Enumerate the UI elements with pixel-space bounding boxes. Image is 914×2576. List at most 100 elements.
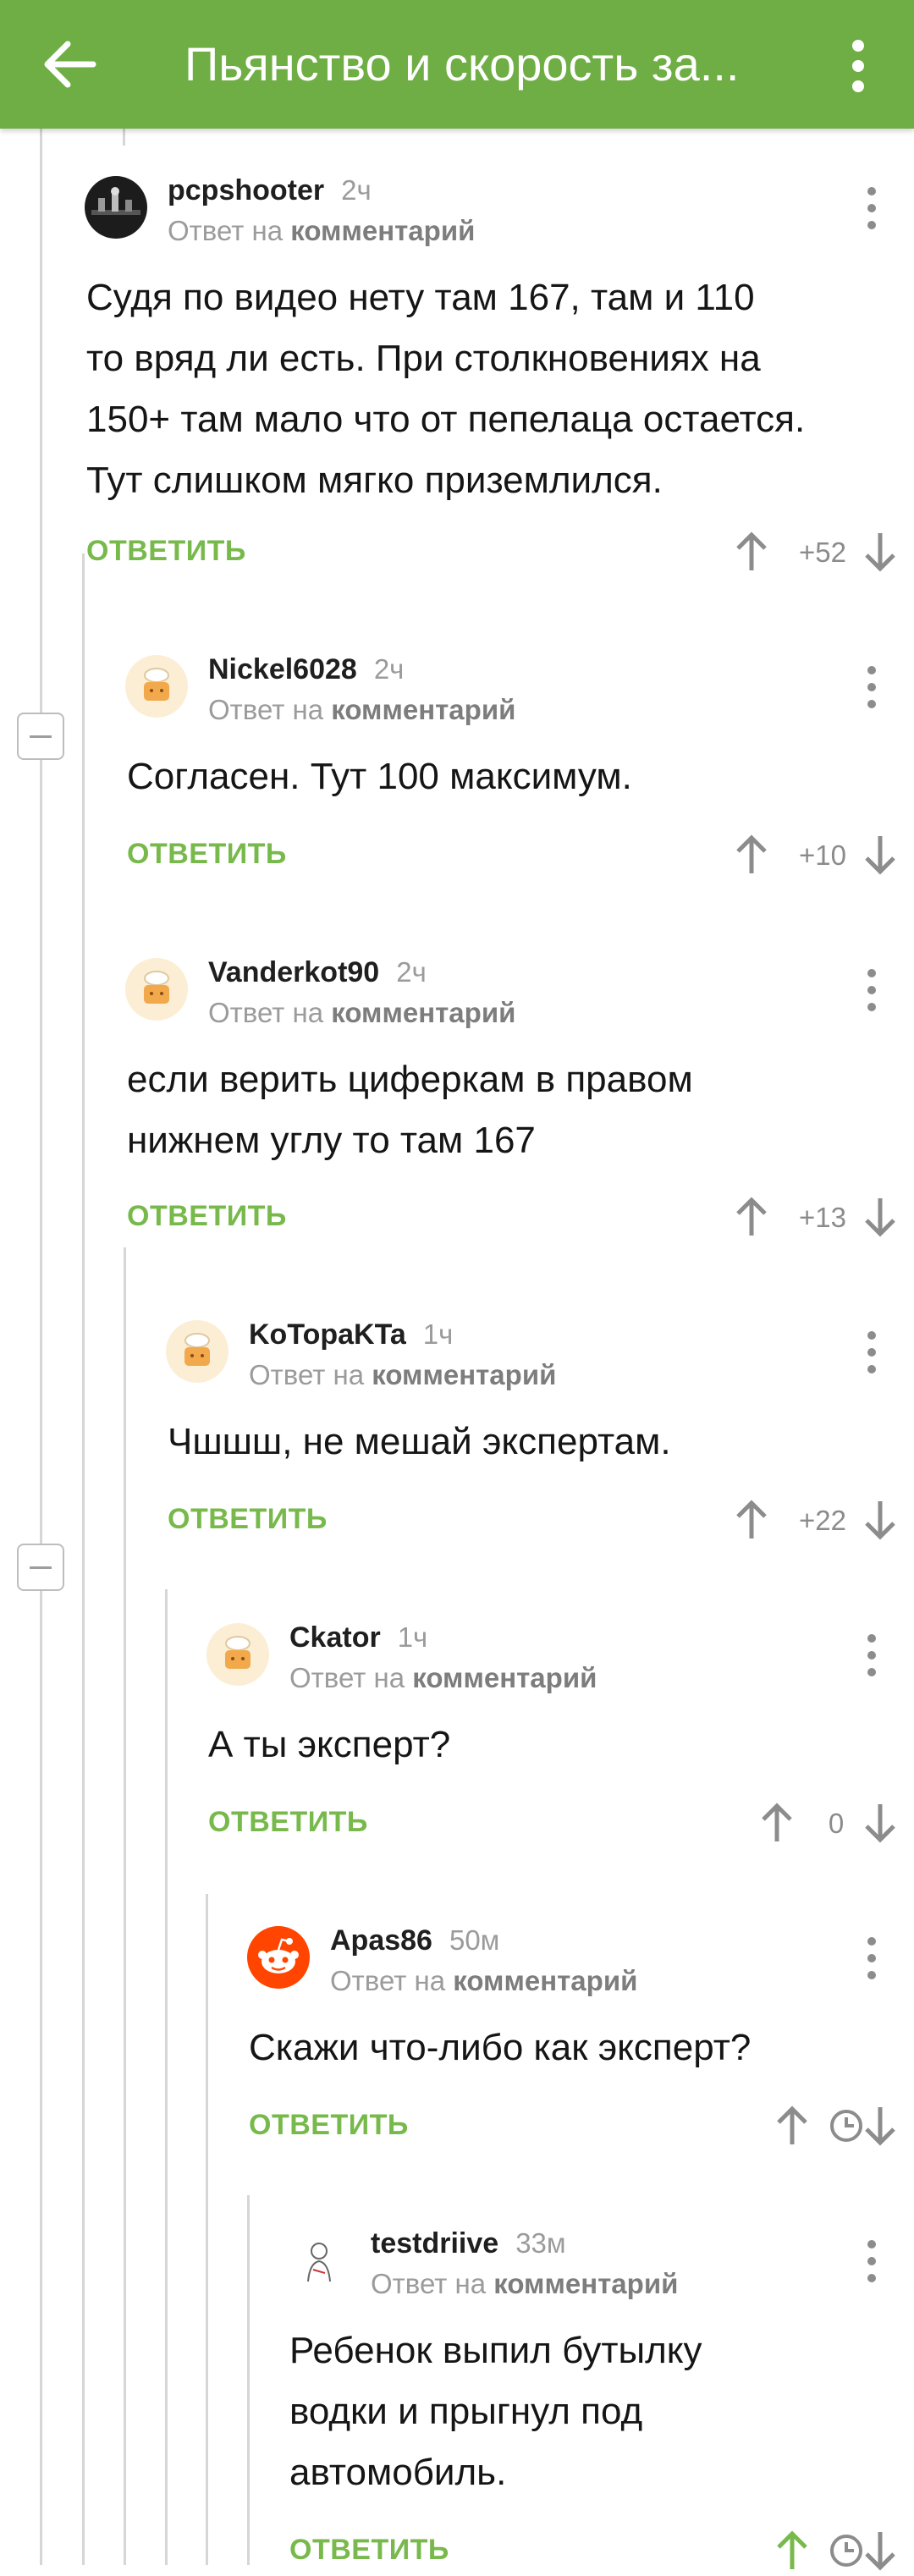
thread-line — [123, 129, 125, 146]
comment-time: 2ч — [396, 956, 427, 988]
avatar[interactable] — [125, 958, 188, 1021]
comment-menu-icon[interactable] — [855, 1630, 889, 1681]
comment-time: 1ч — [397, 1621, 428, 1653]
reply-link[interactable]: комментарий — [331, 997, 515, 1028]
thread-line — [206, 1894, 208, 2565]
comment-author[interactable]: Ckator 1ч — [289, 1621, 427, 1654]
comment-menu-icon[interactable] — [855, 1933, 889, 1984]
comment-actions: ОТВЕТИТЬ — [249, 2100, 914, 2151]
comment-author[interactable]: Apas86 50м — [330, 1924, 499, 1957]
comment-time: 50м — [449, 1924, 500, 1956]
downvote-icon[interactable] — [862, 530, 899, 574]
reply-to: Ответ на комментарий — [330, 1965, 638, 1996]
comment-body: Чшшш, не мешай экспертам. — [168, 1421, 671, 1462]
comment-score: +13 — [799, 1202, 846, 1233]
reply-button[interactable]: ОТВЕТИТЬ — [127, 838, 287, 871]
comment-time: 2ч — [341, 174, 372, 206]
more-vertical-icon[interactable] — [833, 30, 884, 102]
upvote-icon[interactable] — [733, 530, 770, 574]
comment-actions: ОТВЕТИТЬ +52 — [86, 526, 914, 577]
reply-button[interactable]: ОТВЕТИТЬ — [249, 2109, 409, 2142]
upvote-icon[interactable] — [733, 1498, 770, 1542]
downvote-icon[interactable] — [862, 2529, 899, 2573]
reply-button[interactable]: ОТВЕТИТЬ — [289, 2534, 449, 2567]
comment-author[interactable]: testdriive 33м — [371, 2227, 566, 2260]
comment: Vanderkot90 2ч Ответ на комментарий если … — [125, 956, 914, 1263]
thread-line — [40, 129, 42, 2565]
comment-author[interactable]: Vanderkot90 2ч — [208, 956, 427, 989]
comment-author[interactable]: KoTopaKTa 1ч — [249, 1318, 453, 1351]
page-title: Пьянство и скорость за... — [184, 37, 740, 91]
vote-box: +13 — [730, 1192, 914, 1242]
thread-line — [247, 2195, 250, 2565]
comment-body: А ты эксперт? — [208, 1724, 451, 1765]
comment: KoTopaKTa 1ч Ответ на комментарий Чшшш, н… — [166, 1318, 914, 1557]
reply-button[interactable]: ОТВЕТИТЬ — [208, 1806, 368, 1839]
thread-line — [165, 1589, 168, 2565]
comment-menu-icon[interactable] — [855, 662, 889, 713]
upvote-icon[interactable] — [733, 1195, 770, 1239]
avatar[interactable] — [166, 1320, 228, 1383]
upvote-icon[interactable] — [758, 1801, 796, 1845]
app-bar: Пьянство и скорость за... — [0, 0, 914, 129]
reddit-avatar-icon[interactable] — [247, 1926, 310, 1989]
downvote-icon[interactable] — [862, 1801, 899, 1845]
collapse-thread-button[interactable] — [17, 1544, 64, 1591]
reply-link[interactable]: комментарий — [290, 215, 475, 246]
comment-menu-icon[interactable] — [855, 965, 889, 1016]
downvote-icon[interactable] — [862, 1498, 899, 1542]
comment-score: +10 — [799, 839, 846, 871]
reply-link[interactable]: комментарий — [493, 2268, 678, 2299]
vote-box — [730, 2525, 914, 2576]
thread-line — [82, 553, 85, 2565]
vote-box: +10 — [730, 829, 914, 880]
upvote-icon[interactable] — [774, 2529, 811, 2573]
comment-menu-icon[interactable] — [855, 1327, 889, 1378]
avatar[interactable] — [125, 655, 188, 718]
downvote-icon[interactable] — [862, 2104, 899, 2148]
comment-body: Ребенок выпил бутылку водки и прыгнул под… — [289, 2330, 702, 2493]
comment-body: Согласен. Тут 100 максимум. — [127, 756, 632, 797]
comment: Nickel6028 2ч Ответ на комментарий Соглас… — [125, 653, 914, 892]
comment: Ckator 1ч Ответ на комментарий А ты экспе… — [206, 1621, 914, 1860]
reply-button[interactable]: ОТВЕТИТЬ — [168, 1503, 328, 1536]
collapse-thread-button[interactable] — [17, 713, 64, 760]
reply-link[interactable]: комментарий — [331, 694, 515, 725]
comment: Apas86 50м Ответ на комментарий Скажи что… — [247, 1924, 914, 2163]
comment-actions: ОТВЕТИТЬ +22 — [168, 1494, 914, 1545]
comment-body: Скажи что-либо как эксперт? — [249, 2027, 752, 2068]
comment-body: Судя по видео нету там 167, там и 110 то … — [86, 277, 806, 501]
comment-author[interactable]: Nickel6028 2ч — [208, 653, 404, 686]
comment-score: 0 — [828, 1808, 845, 1839]
reply-to: Ответ на комментарий — [289, 1662, 597, 1693]
downvote-icon[interactable] — [862, 833, 899, 877]
comment-actions: ОТВЕТИТЬ +13 — [127, 1192, 914, 1242]
reply-to: Ответ на комментарий — [208, 997, 516, 1028]
reply-link[interactable]: комментарий — [453, 1965, 637, 1996]
comment-author[interactable]: pcpshooter 2ч — [168, 174, 372, 207]
comment-time: 1ч — [422, 1318, 454, 1350]
downvote-icon[interactable] — [862, 1195, 899, 1239]
reply-link[interactable]: комментарий — [412, 1662, 597, 1693]
reply-button[interactable]: ОТВЕТИТЬ — [127, 1200, 287, 1233]
avatar[interactable] — [85, 176, 147, 239]
comment-body: если верить циферкам в правом нижнем углу… — [127, 1059, 693, 1161]
comment-menu-icon[interactable] — [855, 183, 889, 234]
comment-actions: ОТВЕТИТЬ 0 — [208, 1797, 914, 1848]
upvote-icon[interactable] — [733, 833, 770, 877]
reply-link[interactable]: комментарий — [372, 1359, 556, 1390]
vote-box — [730, 2100, 914, 2151]
avatar[interactable] — [206, 1623, 269, 1686]
arrow-left-icon[interactable] — [34, 29, 105, 100]
avatar[interactable] — [288, 2229, 350, 2292]
reply-to: Ответ на комментарий — [168, 215, 476, 246]
reply-button[interactable]: ОТВЕТИТЬ — [86, 535, 246, 568]
comment-menu-icon[interactable] — [855, 2236, 889, 2287]
reply-to: Ответ на комментарий — [208, 694, 516, 725]
vote-box: +22 — [730, 1494, 914, 1545]
thread-line — [124, 1247, 126, 2565]
comment-score: +22 — [799, 1505, 846, 1536]
clock-icon — [830, 2535, 862, 2567]
clock-icon — [830, 2110, 862, 2142]
upvote-icon[interactable] — [774, 2104, 811, 2148]
